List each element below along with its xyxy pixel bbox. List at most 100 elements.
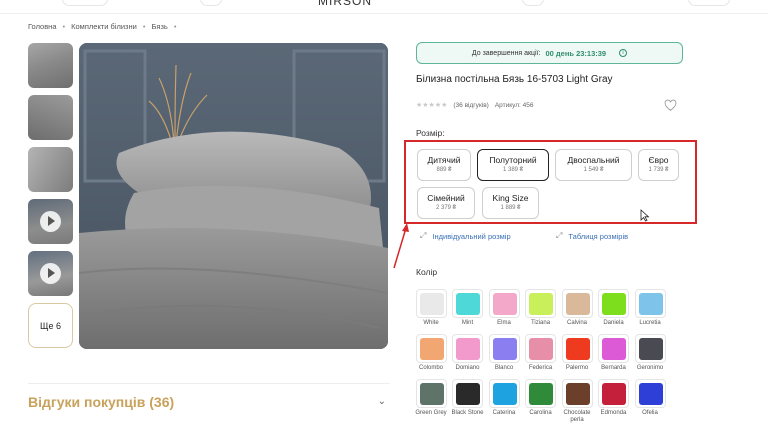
thumbnail-image[interactable] (28, 147, 73, 192)
thumbnail-video[interactable] (28, 199, 73, 244)
color-swatch-image (634, 289, 666, 318)
color-swatch[interactable]: Elma (487, 289, 521, 327)
color-swatch-image (598, 379, 629, 408)
size-option-simeinyi[interactable]: Сімейний 2 379 ₴ (417, 187, 475, 219)
breadcrumb-separator: • (173, 22, 177, 31)
header-icon-button[interactable] (200, 0, 222, 6)
size-table-link[interactable]: ⤢ Таблиця розмірів (556, 231, 628, 241)
top-header: MIRSON (0, 0, 768, 14)
header-nav-pill[interactable] (62, 0, 108, 6)
color-swatch[interactable]: Mint (451, 289, 485, 327)
size-option-name: Сімейний (427, 193, 465, 203)
color-swatch-name: Elma (497, 320, 511, 326)
thumbnail-video[interactable] (28, 251, 73, 296)
size-option-name: Полуторний (489, 155, 537, 165)
breadcrumb-separator: • (62, 22, 66, 31)
color-swatch-image (525, 334, 556, 363)
size-option-price: 1 549 ₴ (583, 167, 604, 173)
color-swatch-image (415, 379, 447, 408)
heart-icon[interactable] (664, 99, 677, 112)
header-action-pill[interactable] (688, 0, 730, 6)
color-swatch-image (634, 379, 666, 408)
site-logo[interactable]: MIRSON (318, 0, 372, 8)
color-sample (456, 293, 480, 315)
color-swatch-name: Green Grey (415, 410, 447, 416)
rating-row: ★★★★★ (36 відгуків) Артикул: 456 (416, 101, 534, 110)
color-swatch[interactable]: Daniela (597, 289, 631, 327)
breadcrumb-home[interactable]: Головна (28, 22, 57, 31)
color-swatch-name: Domiano (455, 365, 480, 371)
color-swatch-image (488, 379, 520, 408)
color-swatch[interactable]: Palermo (560, 334, 594, 372)
color-swatch-image (488, 289, 520, 318)
size-option-polutornyi[interactable]: Полуторний 1 389 ₴ (477, 149, 549, 181)
size-option-yevro[interactable]: Євро 1 739 ₴ (638, 149, 679, 181)
color-swatch-image (452, 289, 483, 318)
color-swatch[interactable]: Black Stone (451, 379, 485, 417)
color-swatch[interactable]: Tiziana (524, 289, 558, 327)
color-swatch[interactable]: Calvina (560, 289, 594, 327)
size-option-price: 889 ₴ (436, 167, 452, 173)
rating-stars[interactable]: ★★★★★ (416, 101, 447, 109)
color-swatch-image (525, 379, 556, 408)
header-icon-button[interactable] (522, 0, 544, 6)
color-swatch-image (488, 334, 520, 363)
color-sample (565, 338, 590, 360)
color-swatch-name: Edmonda (600, 410, 627, 416)
color-sample (419, 383, 444, 405)
chevron-down-icon[interactable]: ⌄ (378, 396, 386, 407)
info-icon[interactable]: i (619, 49, 628, 57)
color-swatch[interactable]: Caterina (487, 379, 521, 417)
size-option-name: Євро (648, 155, 669, 165)
thumbnail-image[interactable] (28, 43, 73, 88)
play-icon (40, 211, 61, 232)
size-option-dytiachyi[interactable]: Дитячий 889 ₴ (417, 149, 471, 181)
color-swatch[interactable]: Ofelia (633, 379, 667, 417)
color-swatch[interactable]: Geronimo (633, 334, 667, 372)
color-sample (456, 338, 480, 360)
color-swatch-name: Chocolate perla (563, 410, 591, 423)
bedding-photo-illustration (79, 43, 388, 349)
color-sample (419, 338, 444, 360)
color-swatch-image (634, 334, 666, 363)
color-swatch[interactable]: Bernarda (597, 334, 631, 372)
color-swatch-name: Geronimo (636, 365, 664, 371)
color-swatch[interactable]: Colombo (414, 334, 448, 372)
color-swatch[interactable]: Federica (524, 334, 558, 372)
color-sample (492, 383, 517, 405)
reviews-count[interactable]: (36 відгуків) (453, 102, 488, 109)
reviews-section[interactable]: Відгуки покупців (36) ⌄ (28, 383, 390, 419)
color-swatch[interactable]: Chocolate perla (560, 379, 594, 424)
color-swatch-name: Colombo (418, 365, 443, 371)
thumbnail-image[interactable] (28, 95, 73, 140)
color-swatch-image (452, 379, 483, 408)
color-swatch-name: Daniela (603, 320, 624, 326)
size-table-label: Таблиця розмірів (568, 231, 629, 241)
color-swatch[interactable]: Domiano (451, 334, 485, 372)
size-option-price: 1 889 ₴ (500, 205, 521, 211)
color-swatch[interactable]: Blanco (487, 334, 521, 372)
breadcrumb-category[interactable]: Комплекти білизни (71, 22, 137, 31)
color-swatch[interactable]: Lucretia (633, 289, 667, 327)
color-sample (602, 383, 626, 405)
color-sample (492, 338, 517, 360)
annotation-arrow-icon (393, 223, 409, 269)
size-option-king-size[interactable]: King Size 1 889 ₴ (482, 187, 539, 219)
color-sample (565, 293, 590, 315)
color-swatch[interactable]: Edmonda (597, 379, 631, 417)
main-product-photo[interactable] (79, 43, 388, 349)
custom-size-label: Індивідуальний розмір (432, 231, 511, 241)
color-swatch[interactable]: Carolina (524, 379, 558, 417)
size-option-name: Двоспальний (567, 155, 620, 165)
color-swatch[interactable]: Green Grey (414, 379, 448, 417)
more-photos-button[interactable]: Ще 6 (28, 303, 73, 348)
color-swatch-image (525, 289, 556, 318)
custom-size-link[interactable]: ⤢ Індивідуальний розмір (420, 231, 511, 241)
resize-icon: ⤢ (556, 231, 563, 240)
breadcrumb-subcategory[interactable]: Бязь (151, 22, 167, 31)
color-swatch-name: Black Stone (451, 410, 484, 416)
size-option-dvospalnyi[interactable]: Двоспальний 1 549 ₴ (555, 149, 632, 181)
color-swatch[interactable]: White (414, 289, 448, 327)
breadcrumb: Головна • Комплекти білизни • Бязь • (28, 22, 176, 31)
promo-timer: До завершення акції: 00 день 23:13:39 i (416, 42, 683, 64)
